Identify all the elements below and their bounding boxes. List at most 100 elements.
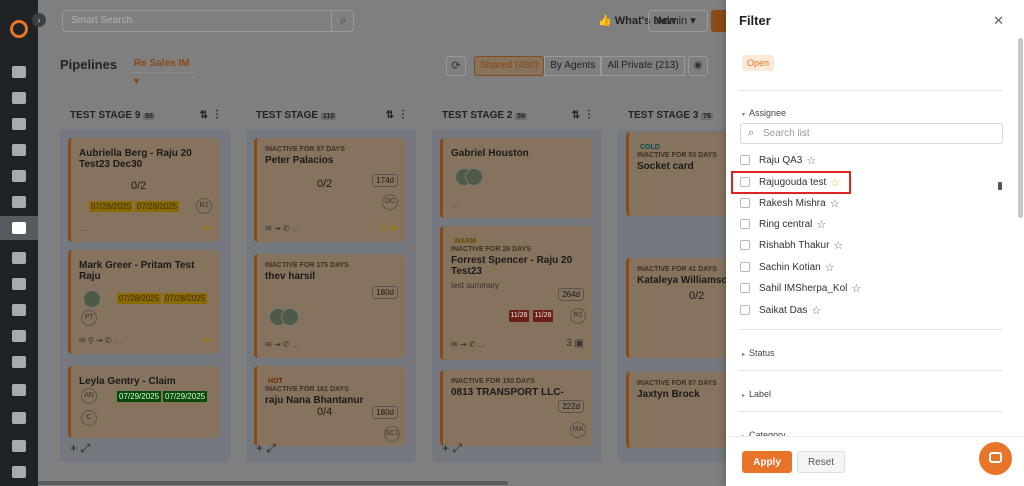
sort-icon[interactable]: ⇅ [200,110,208,121]
column-count: 59 [515,113,527,120]
folder-icon[interactable] [12,330,26,342]
card-action-icons[interactable]: ✉ ⇥ ✆ … [265,224,300,233]
deal-card[interactable]: Mark Greer - Pritam Test Raju 07/28/2025… [68,250,220,354]
eye-icon[interactable]: ◉ [688,56,708,76]
deal-card[interactable]: WARM INACTIVE FOR 26 DAYS Forrest Spence… [440,226,592,360]
chevron-right-icon: ▸ [742,393,746,399]
assignee-search-input[interactable] [763,126,993,141]
assignee-option[interactable]: Sahil IMSherpa_Kol ☆ [740,279,861,297]
checkbox[interactable] [740,240,750,250]
tab-all-private[interactable]: All Private (213) [601,56,685,76]
card-name: raju Nana Bhantanur [265,395,364,406]
checkbox[interactable] [740,283,750,293]
deal-card[interactable]: Aubriella Berg - Raju 20 Test23 Dec30 0/… [68,138,220,242]
layers-icon[interactable] [12,356,26,368]
apply-button[interactable]: Apply [742,451,792,473]
card-progress: 0/2 [317,178,333,190]
more-icon[interactable]: ⋮ [398,109,408,120]
checkbox[interactable] [740,262,750,272]
list-icon[interactable] [12,170,26,182]
column-header: TEST STAGE 9 86 ⇅ ⋮ [60,102,230,130]
deal-card[interactable]: INACTIVE FOR 150 DAYS 0813 TRANSPORT LLC… [440,370,592,446]
sort-icon[interactable]: ⇅ [386,110,394,121]
star-icon[interactable]: ☆ [811,304,821,317]
megaphone-icon[interactable] [12,252,26,264]
pipeline-select[interactable]: Re Sales IM ▾ [130,55,196,87]
reports-icon[interactable] [12,304,26,316]
chat-widget-button[interactable] [979,442,1012,475]
checkbox[interactable] [740,155,750,165]
tab-shared[interactable]: Shared (480) [474,56,545,76]
checkbox[interactable] [740,305,750,315]
card-action-icons[interactable]: ✉ ⇥ ✆ … [451,340,486,349]
reset-button[interactable]: Reset [797,451,845,473]
avatar [281,308,299,326]
filter-footer: Apply Reset [726,436,1024,486]
card-name: Leyla Gentry - Claim [79,376,176,387]
bank-icon[interactable] [12,144,26,156]
close-icon[interactable]: ✕ [993,13,1004,29]
sidebar: › [0,0,46,486]
more-icon[interactable]: ⋮ [212,109,222,120]
documents-icon[interactable] [12,118,26,130]
checkbox[interactable] [740,219,750,229]
star-icon[interactable]: ☆ [825,261,835,274]
add-card-icon[interactable]: + ⤢ [256,441,276,456]
status-chip-open[interactable]: Open [742,55,775,71]
assignee-section-toggle[interactable]: ▾ Assignee [742,108,786,118]
status-label: Status [749,348,775,358]
status-section-toggle[interactable]: ▸ Status [742,348,775,358]
signature-icon[interactable] [12,466,26,478]
column-title: TEST STAGE [256,110,319,121]
card-action-icons[interactable]: ✉ ⇥ ✆ … [265,340,300,349]
more-icon[interactable]: ⋮ [584,109,594,120]
smart-search-input[interactable]: Smart Search [62,10,354,32]
role-dropdown[interactable]: Admin ▾ [648,10,708,32]
card-more-icon[interactable]: … [79,224,87,233]
star-icon[interactable]: ☆ [816,218,826,231]
deal-card[interactable]: INACTIVE FOR 57 DAYS Peter Palacios 0/2 … [254,138,406,242]
star-icon[interactable]: ☆ [851,282,861,295]
assignee-option[interactable]: Rishabh Thakur ☆ [740,236,843,254]
panel-scrollbar[interactable] [1018,38,1023,218]
inactive-label: INACTIVE FOR 175 DAYS [265,262,349,269]
assignee-name: Rishabh Thakur [759,239,830,251]
tag-label: HOT [268,378,283,385]
contacts-icon[interactable] [12,92,26,104]
card-more-icon[interactable]: … [451,200,459,209]
deal-card[interactable]: Gabriel Houston … [440,138,592,218]
deal-card[interactable]: HOT INACTIVE FOR 161 DAYS raju Nana Bhan… [254,366,406,446]
profile-icon[interactable] [12,196,26,208]
tab-by-agents[interactable]: By Agents [544,56,602,76]
horizontal-scrollbar[interactable] [38,481,508,485]
refresh-icon[interactable]: ⟳ [446,56,466,76]
calculator-icon[interactable] [12,384,26,396]
list-scroll-thumb[interactable] [998,182,1002,190]
filter-funnel-icon [12,222,26,234]
add-card-icon[interactable]: + ⤢ [70,441,90,456]
mail-icon[interactable] [12,440,26,452]
star-icon[interactable]: ☆ [830,197,840,210]
add-card-icon[interactable]: + ⤢ [442,441,462,456]
star-icon[interactable]: ☆ [806,154,816,167]
date-tag: 11/26 [509,310,529,322]
column-count: 110 [320,113,337,120]
label-section-toggle[interactable]: ▸ Label [742,389,771,399]
star-icon[interactable]: ☆ [833,239,843,252]
assignee-option[interactable]: Sachin Kotian ☆ [740,258,835,276]
checkbox[interactable] [740,198,750,208]
date-badge: 07/28/2025 [163,293,208,304]
deal-card[interactable]: INACTIVE FOR 175 DAYS thev harsil 180d ✉… [254,254,406,358]
assignee-option[interactable]: Ring central ☆ [740,215,826,233]
calendar-icon[interactable] [12,412,26,424]
date-tag: 11/26 [533,310,553,322]
deal-card[interactable]: Leyla Gentry - Claim AN 07/29/2025 07/29/… [68,366,220,438]
assignee-option[interactable]: Saikat Das ☆ [740,301,821,319]
card-action-icons[interactable]: ✉ ⚲ ⇥ ✆ … [79,336,122,345]
dashboard-icon[interactable] [12,66,26,78]
assignee-option[interactable]: Rakesh Mishra ☆ [740,194,840,212]
calendar-page-icon[interactable] [12,278,26,290]
assignee-option[interactable]: Raju QA3 ☆ [740,151,816,169]
search-icon[interactable]: ⌕ [331,10,355,32]
sort-icon[interactable]: ⇅ [572,110,580,121]
